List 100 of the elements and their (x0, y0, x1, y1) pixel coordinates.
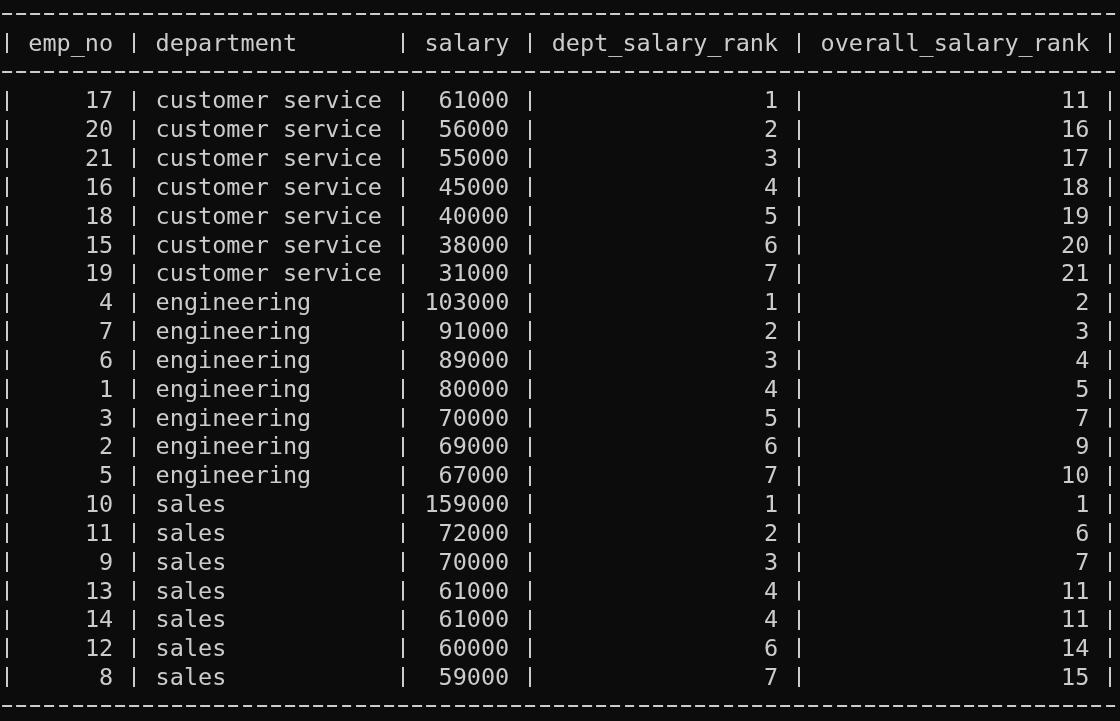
table-cell-text: engineering (154, 374, 313, 404)
table-cell-text: 5 (762, 403, 780, 433)
table-cell-text: 70000 (437, 403, 511, 433)
table-cell-text: 7 (762, 461, 780, 491)
table-cell-text: 2 (762, 115, 780, 145)
table-cell-text: 67000 (437, 461, 511, 491)
table-cell-text: 14 (1060, 634, 1091, 664)
table-cell-text: 13 (83, 576, 115, 606)
table-cell-text: 80000 (437, 374, 511, 404)
table-cell-text: 103000 (423, 288, 511, 318)
table-cell-text: customer service (154, 259, 383, 289)
table-cell-text: 3 (762, 345, 780, 375)
table-cell-text: sales (154, 576, 228, 606)
table-cell-text: 60000 (437, 634, 511, 664)
table-cell-text: 8 (98, 663, 115, 692)
table-cell-text: 6 (762, 432, 780, 462)
table-cell-text: 2 (762, 317, 780, 346)
table-cell-text: 9 (98, 547, 115, 577)
table-cell-text: 3 (762, 144, 780, 173)
table-cell-text: 3 (98, 403, 115, 433)
table-cell-text: customer service (154, 201, 383, 231)
table-cell-text: sales (154, 518, 228, 548)
table-cell-text: 61000 (437, 576, 511, 606)
table-cell-text: 19 (1060, 201, 1091, 231)
table-cell-text: 6 (98, 345, 115, 375)
table-cell-text: customer service (154, 144, 383, 173)
column-header: emp_no (27, 28, 115, 58)
table-cell-text: 9 (1074, 432, 1091, 462)
table-cell-text: 17 (1060, 144, 1091, 173)
table-cell-text: 7 (762, 663, 780, 692)
table-cell-text: 7 (762, 259, 780, 289)
table-cell-text: customer service (154, 230, 383, 260)
table-cell-text: sales (154, 547, 228, 577)
table-cell-text: 6 (1074, 518, 1091, 548)
column-header: salary (423, 28, 511, 58)
table-cell-text: 6 (762, 230, 780, 260)
table-cell-text: 15 (1060, 663, 1091, 692)
table-cell-text: 11 (83, 518, 115, 548)
table-cell-text: 91000 (437, 317, 511, 346)
table-cell-text: 10 (1060, 461, 1091, 491)
table-cell-text: 21 (83, 144, 115, 173)
table-cell-text: 2 (98, 432, 115, 462)
table-cell-text: 4 (762, 576, 780, 606)
table-cell-text: 19 (83, 259, 115, 289)
table-cell-text: 70000 (437, 547, 511, 577)
table-cell-text: 11 (1060, 86, 1091, 116)
table-cell-text: sales (154, 490, 228, 519)
table-cell-text: 6 (762, 634, 780, 664)
table-cell-text: customer service (154, 115, 383, 145)
table-cell-text: 7 (98, 317, 115, 346)
table-cell-text: engineering (154, 432, 313, 462)
table-cell-text: engineering (154, 403, 313, 433)
table-cell-text: 12 (83, 634, 115, 664)
table-cell-text: 59000 (437, 663, 511, 692)
table-cell-text: 18 (83, 201, 115, 231)
table-cell-text: 45000 (437, 172, 511, 202)
column-header: overall_salary_rank (819, 28, 1091, 58)
table-cell-text: 5 (762, 201, 780, 231)
table-cell-text: sales (154, 634, 228, 664)
table-cell-text: engineering (154, 288, 313, 318)
table-cell-text: sales (154, 663, 228, 692)
table-cell-text: 1 (762, 490, 780, 519)
table-cell-text: 2 (1074, 288, 1091, 318)
table-cell-text: 18 (1060, 172, 1091, 202)
table-cell-text: 69000 (437, 432, 511, 462)
table-cell-text: 7 (1074, 403, 1091, 433)
table-cell-text: 5 (98, 461, 115, 491)
table-cell-text: 20 (1060, 230, 1091, 260)
table-cell-text: 5 (1074, 374, 1091, 404)
table-cell-text: 89000 (437, 345, 511, 375)
table-cell-text: 7 (1074, 547, 1091, 577)
table-cell-text: 16 (1060, 115, 1091, 145)
table-cell-text: 2 (762, 518, 780, 548)
table-cell-text: 3 (762, 547, 780, 577)
table-cell-text: 4 (762, 172, 780, 202)
column-header: department (154, 28, 299, 58)
table-cell-text: 3 (1074, 317, 1091, 346)
table-cell-text: 61000 (437, 86, 511, 116)
table-cell-text: 4 (98, 288, 115, 318)
table-cell-text: engineering (154, 461, 313, 491)
table-cell-text: sales (154, 605, 228, 635)
table-cell-text: 14 (83, 605, 115, 635)
table-cell-text: 1 (762, 288, 780, 318)
table-cell-text: 72000 (437, 518, 511, 548)
table-cell-text: 16 (83, 172, 115, 202)
table-cell-text: 38000 (437, 230, 511, 260)
table-cell-text: 61000 (437, 605, 511, 635)
table-cell-text: 56000 (437, 115, 511, 145)
table-cell-text: 1 (98, 374, 115, 404)
table-cell-text: 17 (83, 86, 115, 116)
table-cell-text: 10 (83, 490, 115, 519)
table-cell-text: 1 (762, 86, 780, 116)
table-cell-text: engineering (154, 317, 313, 346)
table-cell-text: 40000 (437, 201, 511, 231)
table-cell-text: 11 (1060, 605, 1091, 635)
table-cell-text: engineering (154, 345, 313, 375)
table-cell-text: 31000 (437, 259, 511, 289)
table-cell-text: 21 (1060, 259, 1091, 289)
table-cell-text: 4 (1074, 345, 1091, 375)
table-cell-text: 20 (83, 115, 115, 145)
